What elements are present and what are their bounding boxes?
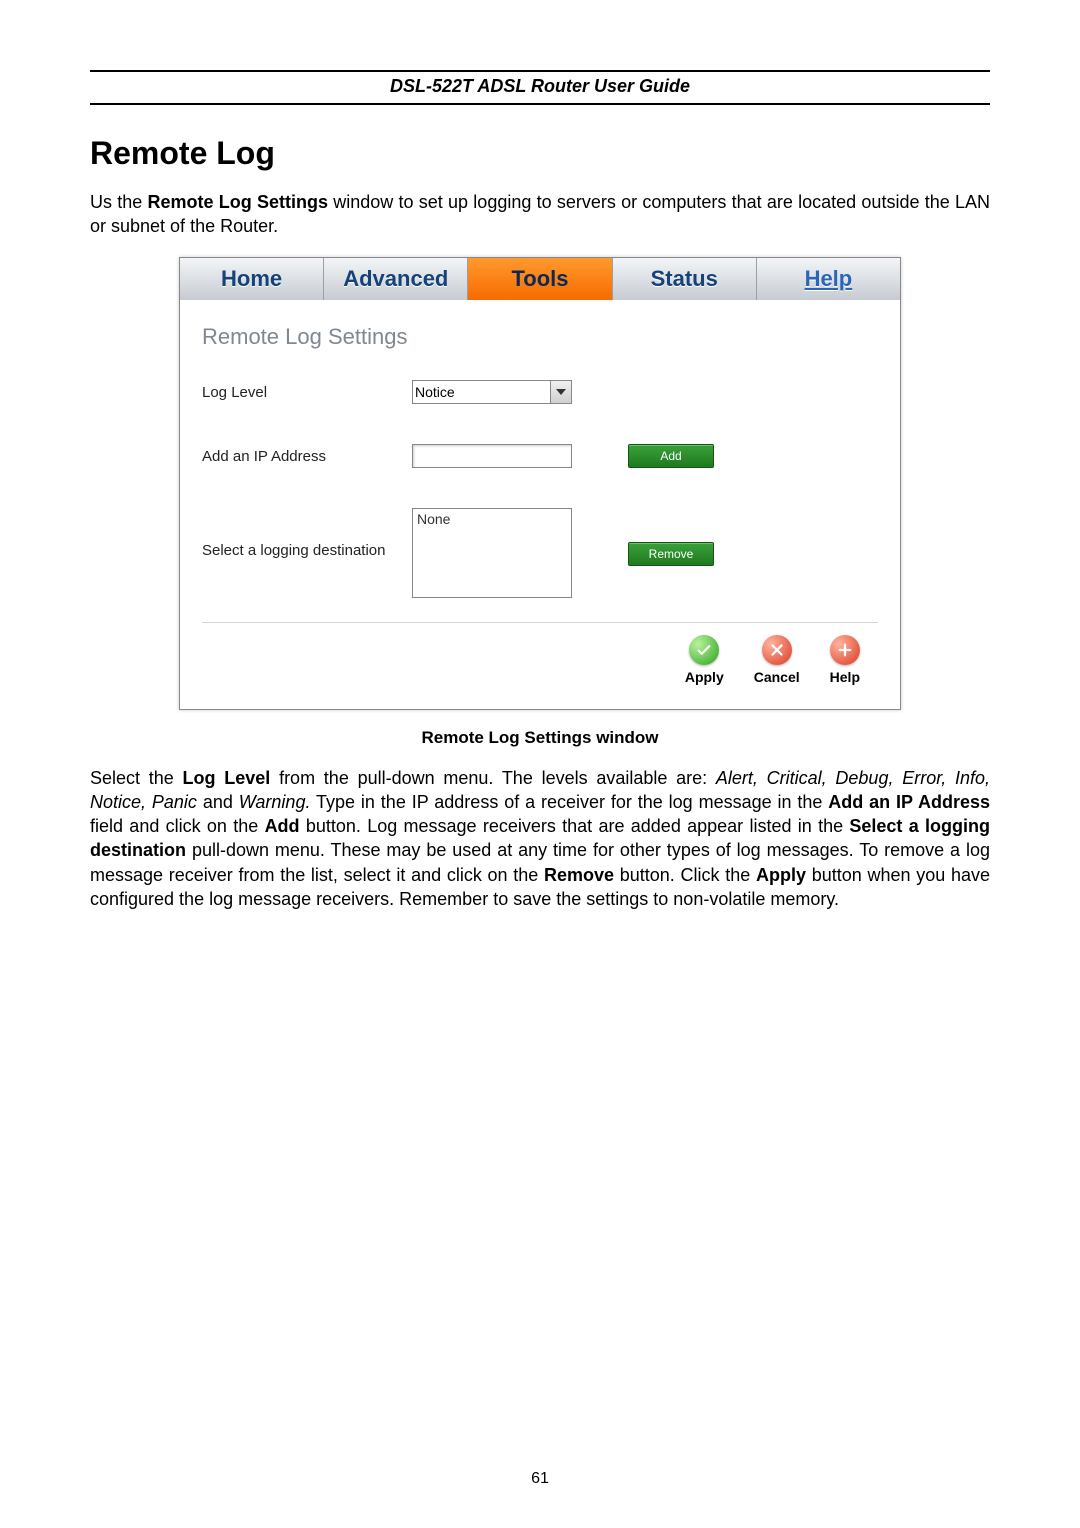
cancel-button[interactable]: Cancel bbox=[754, 635, 800, 685]
row-add-ip: Add an IP Address Add bbox=[202, 444, 878, 468]
panel-title: Remote Log Settings bbox=[202, 324, 878, 350]
body-b6: Apply bbox=[756, 865, 806, 885]
ip-address-input[interactable] bbox=[412, 444, 572, 468]
header-rule-top bbox=[90, 70, 990, 72]
body-t5: field and click on the bbox=[90, 816, 265, 836]
close-icon bbox=[762, 635, 792, 665]
tab-advanced[interactable]: Advanced bbox=[324, 258, 468, 300]
add-button[interactable]: Add bbox=[628, 444, 714, 468]
tab-home[interactable]: Home bbox=[180, 258, 324, 300]
body-t8: button. Click the bbox=[620, 865, 756, 885]
help-label: Help bbox=[830, 669, 860, 685]
body-t6: button. Log message receivers that are a… bbox=[306, 816, 850, 836]
chevron-down-icon bbox=[550, 381, 571, 403]
label-select-dest: Select a logging destination bbox=[202, 508, 412, 559]
label-add-ip: Add an IP Address bbox=[202, 444, 412, 465]
body-b3: Add bbox=[265, 816, 300, 836]
logging-destination-listbox[interactable]: None bbox=[412, 508, 572, 598]
intro-text-bold: Remote Log Settings bbox=[148, 192, 329, 212]
remove-button[interactable]: Remove bbox=[628, 542, 714, 566]
plus-icon bbox=[830, 635, 860, 665]
body-t4: Type in the IP address of a receiver for… bbox=[316, 792, 828, 812]
settings-panel: Remote Log Settings Log Level Notice Add… bbox=[180, 300, 900, 709]
tab-tools[interactable]: Tools bbox=[468, 258, 612, 300]
label-log-level: Log Level bbox=[202, 380, 412, 401]
body-i2: Warning. bbox=[239, 792, 311, 812]
figure-caption: Remote Log Settings window bbox=[90, 728, 990, 748]
section-title: Remote Log bbox=[90, 135, 990, 172]
check-icon bbox=[689, 635, 719, 665]
row-select-dest: Select a logging destination None Remove bbox=[202, 508, 878, 598]
listbox-item-none[interactable]: None bbox=[417, 511, 567, 527]
body-t1: Select the bbox=[90, 768, 183, 788]
body-paragraph: Select the Log Level from the pull-down … bbox=[90, 766, 990, 912]
log-level-select[interactable]: Notice bbox=[412, 380, 572, 404]
intro-paragraph: Us the Remote Log Settings window to set… bbox=[90, 190, 990, 239]
intro-text-pre: Us the bbox=[90, 192, 148, 212]
body-b1: Log Level bbox=[183, 768, 271, 788]
apply-button[interactable]: Apply bbox=[685, 635, 724, 685]
document-page: DSL-522T ADSL Router User Guide Remote L… bbox=[0, 0, 1080, 1528]
log-level-selected-value: Notice bbox=[415, 384, 455, 400]
doc-header-title: DSL-522T ADSL Router User Guide bbox=[90, 76, 990, 97]
body-b2: Add an IP Address bbox=[828, 792, 990, 812]
body-t3: and bbox=[203, 792, 239, 812]
tab-bar: Home Advanced Tools Status Help bbox=[180, 258, 900, 300]
apply-label: Apply bbox=[685, 669, 724, 685]
help-button[interactable]: Help bbox=[830, 635, 860, 685]
tab-help[interactable]: Help bbox=[757, 258, 900, 300]
router-settings-window: Home Advanced Tools Status Help Remote L… bbox=[179, 257, 901, 710]
panel-footer: Apply Cancel Help bbox=[202, 622, 878, 699]
body-t2: from the pull-down menu. The levels avai… bbox=[279, 768, 716, 788]
cancel-label: Cancel bbox=[754, 669, 800, 685]
page-number: 61 bbox=[0, 1470, 1080, 1488]
body-b5: Remove bbox=[544, 865, 614, 885]
row-log-level: Log Level Notice bbox=[202, 380, 878, 404]
header-rule-bottom bbox=[90, 103, 990, 105]
tab-status[interactable]: Status bbox=[613, 258, 757, 300]
